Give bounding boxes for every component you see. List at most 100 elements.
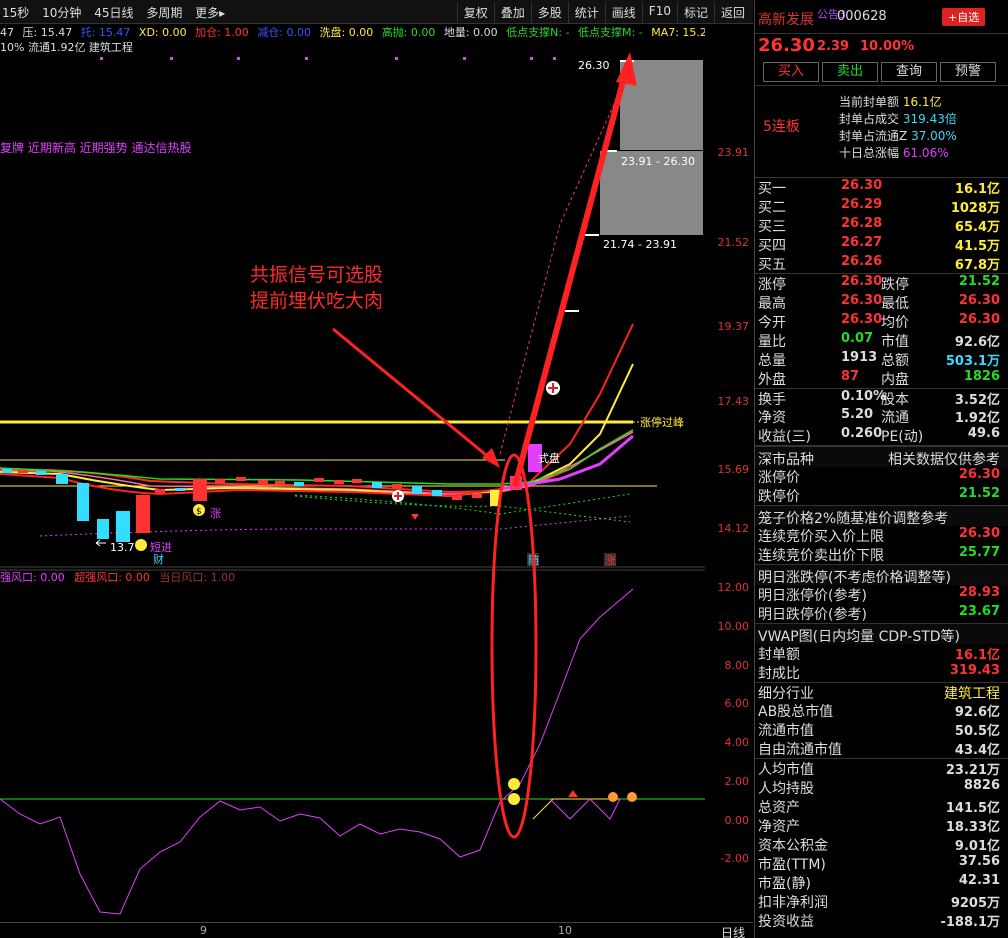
stat-value: 87: [841, 369, 860, 384]
stat-value: 0.10%: [841, 389, 887, 404]
period-15s-button[interactable]: 15秒: [2, 6, 29, 20]
kv-value: 21.52: [958, 486, 1000, 501]
kv-key: 涨停价: [758, 470, 800, 486]
stat-key: 最低: [881, 296, 909, 312]
tomorrow-row: 明日跌停价(参考) 23.67: [755, 604, 1008, 623]
sub-ytick-2: 8.00: [724, 659, 750, 672]
stat-value: 3.52亿: [954, 393, 1000, 408]
statistics-button[interactable]: 统计: [567, 2, 605, 23]
industry-value[interactable]: 建筑工程: [944, 683, 1000, 703]
period-10m-button[interactable]: 10分钟: [42, 6, 81, 20]
kv-key: 明日涨停价(参考): [758, 588, 867, 604]
ytick-3: 19.37: [717, 320, 750, 333]
kv-value: 8826: [963, 778, 1000, 793]
kv-value: 92.6亿: [954, 705, 1000, 720]
kv-key: 总资产: [758, 800, 800, 816]
bid-price: 26.26: [841, 254, 883, 269]
kv-key: 连续竞价卖出价下限: [758, 548, 884, 564]
sub-ind-2: 当日风口: 1.00: [159, 571, 236, 584]
limit-row: 封单占成交 319.43倍: [839, 110, 957, 127]
fin-row: 资本公积金 9.01亿: [755, 835, 1008, 854]
box-top-label: 23.91 - 26.30: [621, 155, 695, 168]
kv-value: 42.31: [958, 873, 1000, 888]
bid-qty: 41.5万: [954, 239, 1000, 254]
kv-value: 141.5亿: [945, 801, 1000, 816]
draw-line-button[interactable]: 画线: [604, 2, 642, 23]
stat-row: 净资 5.20 流通 1.92亿: [755, 407, 1008, 426]
stock-tags: 复牌 近期新高 近期强势 通达信热股: [0, 141, 192, 155]
period-45d-button[interactable]: 45日线: [94, 6, 133, 20]
kv-key: 人均市值: [758, 762, 814, 778]
box-bottom-label: 21.74 - 23.91: [603, 238, 677, 251]
date-label-2: 10: [558, 924, 572, 937]
back-button[interactable]: 返回: [713, 2, 751, 23]
multi-period-button[interactable]: 多周期: [146, 6, 182, 20]
fin-row: 市盈(TTM) 37.56: [755, 854, 1008, 873]
section-title: 笼子价格2%随基准价调整参考: [758, 511, 949, 527]
stat-key: 换手: [758, 392, 786, 408]
buy-button[interactable]: 买入: [763, 62, 819, 82]
kv-key: 跌停价: [758, 489, 800, 505]
stat-key: 最高: [758, 296, 786, 312]
bid-row[interactable]: 买四 26.27 41.5万: [755, 235, 1008, 254]
alert-button[interactable]: 预警: [940, 62, 996, 82]
fin-row: 净资产 18.33亿: [755, 816, 1008, 835]
kv-value: 50.5亿: [954, 724, 1000, 739]
stat-value: 26.30: [841, 312, 883, 327]
stat-key: 均价: [881, 315, 909, 331]
section-note: 相关数据仅供参考: [888, 452, 1000, 468]
more-button[interactable]: 更多▸: [195, 6, 225, 20]
section-header-market: 深市品种 相关数据仅供参考: [755, 446, 1008, 468]
overlay-button[interactable]: 叠加: [493, 2, 531, 23]
stat-value: 503.1万: [945, 354, 1000, 369]
bid-row[interactable]: 买一 26.30 16.1亿: [755, 178, 1008, 197]
signal-label-shipan: 式盘: [538, 451, 560, 465]
up-arrow-icon-sub: [568, 790, 578, 797]
period-label[interactable]: 日线: [721, 924, 745, 938]
restore-rights-button[interactable]: 复权: [456, 2, 494, 23]
cage-row: 连续竞价买入价上限 26.30: [755, 526, 1008, 545]
bid-price: 26.30: [841, 178, 883, 193]
quote-header: 高新发展 公告3 000628 +自选: [755, 0, 1008, 34]
query-button[interactable]: 查询: [881, 62, 937, 82]
stat-value: 26.30: [958, 312, 1000, 327]
kv-key: 资本公积金: [758, 838, 828, 854]
sub-ytick-6: 0.00: [724, 814, 750, 827]
stat-key: 跌停: [881, 277, 909, 293]
kline-chart[interactable]: 23.91 - 26.30 21.74 - 23.91 26.30 涨停过峰 式…: [0, 24, 705, 922]
chart-toolbar: 15秒 10分钟 45日线 多周期 更多▸ 复权 叠加 多股 统计 画线 F10…: [0, 0, 753, 24]
f10-button[interactable]: F10: [641, 2, 677, 23]
mark-button[interactable]: 标记: [676, 2, 714, 23]
kv-key: 市盈(TTM): [758, 857, 826, 873]
section-title: VWAP图(日内均量 CDP-STD等): [758, 629, 961, 645]
ind-4: 加仓: 1.00: [195, 26, 249, 39]
annotation-line-1: 共振信号可选股: [250, 264, 384, 286]
kv-key: 扣非净利润: [758, 895, 828, 911]
section-header-vwap[interactable]: VWAP图(日内均量 CDP-STD等): [755, 623, 1008, 645]
bid-row[interactable]: 买三 26.28 65.4万: [755, 216, 1008, 235]
signal-label-zhang2: 涨: [605, 554, 616, 567]
limit-row-value: 319.43倍: [902, 112, 957, 126]
stat-value: 0.07: [841, 331, 874, 346]
kv-key: 细分行业: [758, 686, 814, 702]
bid-row[interactable]: 买五 26.26 67.8万: [755, 254, 1008, 273]
bid-row[interactable]: 买二 26.29 1028万: [755, 197, 1008, 216]
add-watchlist-button[interactable]: +自选: [942, 8, 986, 26]
kv-value: 9205万: [950, 896, 1000, 911]
multi-stock-button[interactable]: 多股: [530, 2, 568, 23]
kv-key: 自由流通市值: [758, 742, 842, 758]
limit-row-key: 当前封单额: [839, 95, 900, 109]
limit-row-key: 封单占成交: [839, 112, 900, 126]
limit-row-value: 61.06%: [902, 146, 949, 160]
ind-0: 47: [0, 26, 14, 39]
ind-7: 高抛: 0.00: [381, 26, 436, 39]
annotation-text: 共振信号可选股 提前埋伏吃大肉: [250, 262, 383, 314]
limit-price-row: 涨停价 26.30: [755, 467, 1008, 486]
bid-qty: 16.1亿: [954, 182, 1000, 197]
sell-button[interactable]: 卖出: [822, 62, 878, 82]
sub-ind-0: 强风口: 0.00: [0, 571, 65, 584]
stat-row: 换手 0.10% 股本 3.52亿: [755, 388, 1008, 408]
limit-price-row: 跌停价 21.52: [755, 486, 1008, 505]
ytick-6: 14.12: [717, 522, 750, 535]
stock-name: 高新发展: [758, 12, 814, 28]
